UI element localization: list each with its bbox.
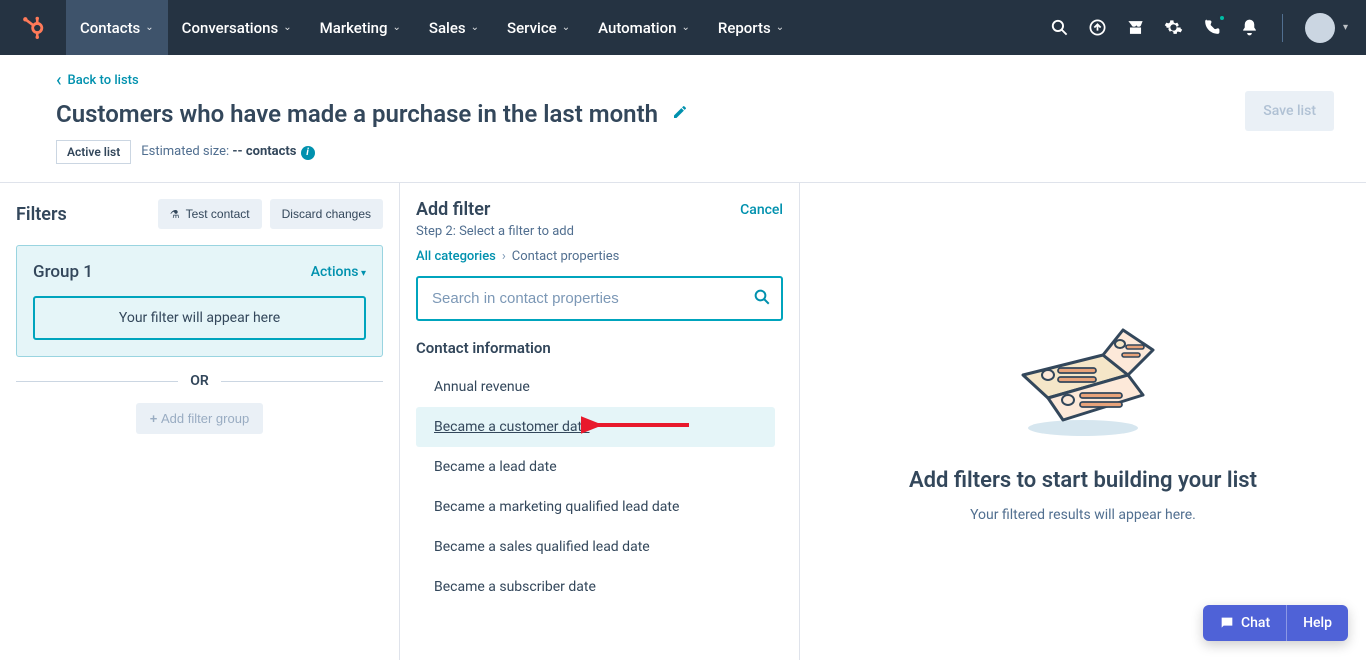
page-header: Back to lists Customers who have made a … [0,55,1366,183]
chevron-down-icon: ⌄ [471,22,479,33]
empty-state-illustration [1008,320,1158,440]
help-button[interactable]: Help [1287,605,1348,641]
upgrade-icon[interactable] [1088,18,1108,38]
chevron-down-icon: ⌄ [393,22,401,33]
filters-panel: Filters ⚗Test contact Discard changes Gr… [0,183,400,660]
account-menu[interactable]: ▾ [1305,13,1348,43]
add-filter-title: Add filter [416,199,490,220]
filter-section-title: Contact information [416,339,775,357]
save-list-button[interactable]: Save list [1245,91,1334,131]
or-divider: OR [16,373,383,389]
chevron-down-icon: ⌄ [681,22,689,33]
nav-items: Contacts⌄Conversations⌄Marketing⌄Sales⌄S… [66,0,798,55]
group-actions-menu[interactable]: Actions [311,264,366,280]
chevron-down-icon: ▾ [1343,22,1348,33]
nav-item-automation[interactable]: Automation⌄ [584,0,704,55]
results-panel: Add filters to start building your list … [800,183,1366,660]
search-icon[interactable] [1050,18,1070,38]
arrow-annotation [581,414,691,440]
main-content: Filters ⚗Test contact Discard changes Gr… [0,183,1366,660]
nav-item-contacts[interactable]: Contacts⌄ [66,0,168,55]
flask-icon: ⚗ [170,208,180,221]
hubspot-logo[interactable] [14,8,54,48]
filter-option[interactable]: Became a customer date [416,407,775,447]
chevron-down-icon: ⌄ [283,22,291,33]
notification-dot [1218,14,1226,22]
filter-options-scroll[interactable]: Contact information Annual revenueBecame… [416,339,783,644]
search-icon[interactable] [753,288,771,310]
add-filter-group-button[interactable]: Add filter group [136,403,263,434]
top-nav: Contacts⌄Conversations⌄Marketing⌄Sales⌄S… [0,0,1366,55]
info-icon[interactable]: i [301,146,315,160]
nav-item-reports[interactable]: Reports⌄ [704,0,798,55]
filters-title: Filters [16,204,67,225]
chevron-down-icon: ⌄ [562,22,570,33]
list-title: Customers who have made a purchase in th… [56,100,658,128]
breadcrumb-current: Contact properties [512,249,620,264]
add-filter-panel: Add filter Cancel Step 2: Select a filte… [400,183,800,660]
breadcrumb-all-categories[interactable]: All categories [416,249,496,264]
filter-option[interactable]: Annual revenue [416,367,775,407]
test-contact-button[interactable]: ⚗Test contact [158,199,262,229]
estimated-size: Estimated size: -- contactsi [141,144,314,160]
notifications-icon[interactable] [1240,18,1260,38]
marketplace-icon[interactable] [1126,18,1146,38]
chat-button[interactable]: Chat [1203,605,1286,641]
phone-icon[interactable] [1202,18,1222,38]
nav-item-service[interactable]: Service⌄ [493,0,584,55]
filter-option[interactable]: Became a marketing qualified lead date [416,487,775,527]
step-label: Step 2: Select a filter to add [416,224,783,239]
settings-icon[interactable] [1164,18,1184,38]
discard-changes-button[interactable]: Discard changes [270,199,383,229]
filter-placeholder: Your filter will appear here [33,296,366,340]
filter-option[interactable]: Became a lead date [416,447,775,487]
cancel-link[interactable]: Cancel [740,202,783,218]
nav-item-conversations[interactable]: Conversations⌄ [168,0,306,55]
active-list-badge: Active list [56,140,131,164]
filter-option[interactable]: Became a sales qualified lead date [416,527,775,567]
chevron-down-icon: ⌄ [776,22,784,33]
filter-group: Group 1 Actions Your filter will appear … [16,245,383,357]
search-input[interactable] [416,276,783,321]
edit-icon[interactable] [672,104,688,124]
chevron-down-icon: ⌄ [145,22,153,33]
results-empty-sub: Your filtered results will appear here. [970,507,1196,523]
breadcrumb: All categories›Contact properties [416,249,783,264]
back-to-lists-link[interactable]: Back to lists [56,73,139,88]
avatar [1305,13,1335,43]
group-title: Group 1 [33,262,93,282]
results-empty-title: Add filters to start building your list [909,468,1257,493]
nav-item-marketing[interactable]: Marketing⌄ [306,0,415,55]
help-widget: Chat Help [1203,605,1348,641]
nav-item-sales[interactable]: Sales⌄ [415,0,493,55]
filter-option[interactable]: Became a subscriber date [416,567,775,607]
